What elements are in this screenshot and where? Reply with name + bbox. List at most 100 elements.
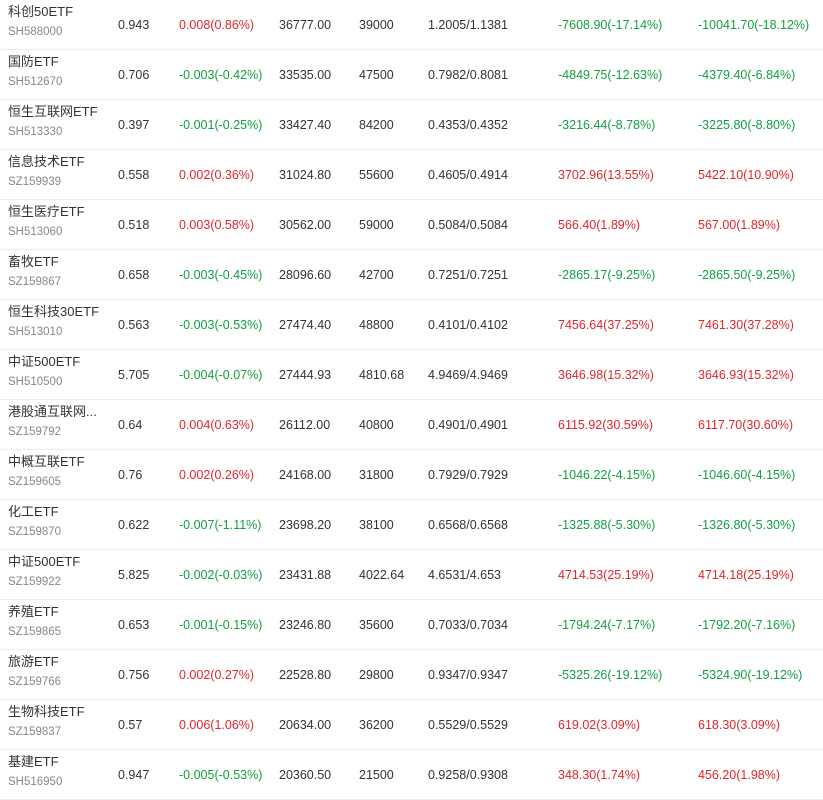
fund-code: SZ159939 <box>8 176 62 188</box>
table-row[interactable]: 恒生科技30ETF SH513010 0.563 -0.003(-0.53%) … <box>0 300 823 350</box>
volume-cell: 39000 <box>359 18 394 32</box>
fund-name[interactable]: 中概互联ETF <box>8 454 106 470</box>
table-row[interactable]: 畜牧ETF SZ159867 0.658 -0.003(-0.45%) 2809… <box>0 250 823 300</box>
volume-cell: 4810.68 <box>359 368 405 382</box>
fund-code: SZ159766 <box>8 676 62 688</box>
fund-name-cell[interactable]: 恒生互联网ETF SH513330 <box>8 104 108 140</box>
amount-cell: 31024.80 <box>279 168 332 182</box>
amount-cell: 23698.20 <box>279 518 332 532</box>
fund-name-cell[interactable]: 国防ETF SH512670 <box>8 54 108 90</box>
amount-cell: 24168.00 <box>279 468 332 482</box>
table-row[interactable]: 养殖ETF SZ159865 0.653 -0.001(-0.15%) 2324… <box>0 600 823 650</box>
change-cell: -0.001(-0.25%) <box>179 118 263 132</box>
fund-code: SH513060 <box>8 226 63 238</box>
fund-code: SH513010 <box>8 326 63 338</box>
fund-name[interactable]: 信息技术ETF <box>8 154 106 170</box>
fund-code: SZ159837 <box>8 726 62 738</box>
fund-name-cell[interactable]: 港股通互联网... SZ159792 <box>8 404 108 440</box>
fund-name[interactable]: 国防ETF <box>8 54 106 70</box>
total-profit-loss-cell: -1792.20(-7.16%) <box>698 618 796 632</box>
amount-cell: 27444.93 <box>279 368 332 382</box>
amount-cell: 27474.40 <box>279 318 332 332</box>
table-row[interactable]: 中概互联ETF SZ159605 0.76 0.002(0.26%) 24168… <box>0 450 823 500</box>
fund-code: SH510500 <box>8 376 63 388</box>
fund-name-cell[interactable]: 基建ETF SH516950 <box>8 754 108 790</box>
fund-name[interactable]: 港股通互联网... <box>8 404 106 420</box>
fund-name[interactable]: 旅游ETF <box>8 654 106 670</box>
fund-name-cell[interactable]: 恒生医疗ETF SH513060 <box>8 204 108 240</box>
fund-name[interactable]: 恒生互联网ETF <box>8 104 106 120</box>
total-profit-loss-cell: -10041.70(-18.12%) <box>698 18 810 32</box>
volume-cell: 31800 <box>359 468 394 482</box>
fund-name-cell[interactable]: 信息技术ETF SZ159939 <box>8 154 108 190</box>
table-row[interactable]: 国防ETF SH512670 0.706 -0.003(-0.42%) 3353… <box>0 50 823 100</box>
table-row[interactable]: 科创50ETF SH588000 0.943 0.008(0.86%) 3677… <box>0 0 823 50</box>
table-row[interactable]: 中证500ETF SZ159922 5.825 -0.002(-0.03%) 2… <box>0 550 823 600</box>
table-row[interactable]: 旅游ETF SZ159766 0.756 0.002(0.27%) 22528.… <box>0 650 823 700</box>
profit-loss-cell: -1046.22(-4.15%) <box>558 468 656 482</box>
fund-name-cell[interactable]: 养殖ETF SZ159865 <box>8 604 108 640</box>
profit-loss-cell: -4849.75(-12.63%) <box>558 68 663 82</box>
total-profit-loss-cell: 5422.10(10.90%) <box>698 168 794 182</box>
fund-name-cell[interactable]: 科创50ETF SH588000 <box>8 4 108 40</box>
table-row[interactable]: 生物科技ETF SZ159837 0.57 0.006(1.06%) 20634… <box>0 700 823 750</box>
fund-name[interactable]: 化工ETF <box>8 504 106 520</box>
fund-code: SH588000 <box>8 26 63 38</box>
nav-cell: 0.7251/0.7251 <box>428 268 508 282</box>
fund-name[interactable]: 生物科技ETF <box>8 704 106 720</box>
amount-cell: 33535.00 <box>279 68 332 82</box>
price-cell: 5.705 <box>118 368 150 382</box>
fund-name[interactable]: 中证500ETF <box>8 554 106 570</box>
change-cell: -0.002(-0.03%) <box>179 568 263 582</box>
profit-loss-cell: -7608.90(-17.14%) <box>558 18 663 32</box>
fund-name[interactable]: 中证500ETF <box>8 354 106 370</box>
table-row[interactable]: 基建ETF SH516950 0.947 -0.005(-0.53%) 2036… <box>0 750 823 800</box>
profit-loss-cell: -1325.88(-5.30%) <box>558 518 656 532</box>
profit-loss-cell: 3646.98(15.32%) <box>558 368 654 382</box>
fund-name-cell[interactable]: 恒生科技30ETF SH513010 <box>8 304 108 340</box>
fund-name-cell[interactable]: 中证500ETF SZ159922 <box>8 554 108 590</box>
price-cell: 0.57 <box>118 718 143 732</box>
nav-cell: 4.9469/4.9469 <box>428 368 508 382</box>
profit-loss-cell: 566.40(1.89%) <box>558 218 641 232</box>
price-cell: 0.947 <box>118 768 150 782</box>
price-cell: 0.558 <box>118 168 150 182</box>
table-row[interactable]: 港股通互联网... SZ159792 0.64 0.004(0.63%) 261… <box>0 400 823 450</box>
change-cell: 0.004(0.63%) <box>179 418 255 432</box>
total-profit-loss-cell: -1046.60(-4.15%) <box>698 468 796 482</box>
change-cell: 0.002(0.36%) <box>179 168 255 182</box>
nav-cell: 0.6568/0.6568 <box>428 518 508 532</box>
price-cell: 0.756 <box>118 668 150 682</box>
profit-loss-cell: 348.30(1.74%) <box>558 768 641 782</box>
volume-cell: 36200 <box>359 718 394 732</box>
total-profit-loss-cell: 3646.93(15.32%) <box>698 368 794 382</box>
fund-name-cell[interactable]: 中概互联ETF SZ159605 <box>8 454 108 490</box>
fund-name-cell[interactable]: 畜牧ETF SZ159867 <box>8 254 108 290</box>
fund-name-cell[interactable]: 化工ETF SZ159870 <box>8 504 108 540</box>
fund-name[interactable]: 畜牧ETF <box>8 254 106 270</box>
change-cell: 0.003(0.58%) <box>179 218 255 232</box>
fund-code: SH513330 <box>8 126 63 138</box>
fund-name[interactable]: 养殖ETF <box>8 604 106 620</box>
table-row[interactable]: 信息技术ETF SZ159939 0.558 0.002(0.36%) 3102… <box>0 150 823 200</box>
fund-name-cell[interactable]: 中证500ETF SH510500 <box>8 354 108 390</box>
fund-name[interactable]: 恒生医疗ETF <box>8 204 106 220</box>
amount-cell: 20634.00 <box>279 718 332 732</box>
fund-code: SH516950 <box>8 776 63 788</box>
fund-name-cell[interactable]: 旅游ETF SZ159766 <box>8 654 108 690</box>
table-row[interactable]: 恒生医疗ETF SH513060 0.518 0.003(0.58%) 3056… <box>0 200 823 250</box>
table-row[interactable]: 中证500ETF SH510500 5.705 -0.004(-0.07%) 2… <box>0 350 823 400</box>
fund-name[interactable]: 基建ETF <box>8 754 106 770</box>
volume-cell: 84200 <box>359 118 394 132</box>
table-row[interactable]: 化工ETF SZ159870 0.622 -0.007(-1.11%) 2369… <box>0 500 823 550</box>
total-profit-loss-cell: 618.30(3.09%) <box>698 718 781 732</box>
table-row[interactable]: 恒生互联网ETF SH513330 0.397 -0.001(-0.25%) 3… <box>0 100 823 150</box>
fund-name[interactable]: 科创50ETF <box>8 4 106 20</box>
fund-name-cell[interactable]: 生物科技ETF SZ159837 <box>8 704 108 740</box>
total-profit-loss-cell: 456.20(1.98%) <box>698 768 781 782</box>
fund-name[interactable]: 恒生科技30ETF <box>8 304 106 320</box>
nav-cell: 0.7033/0.7034 <box>428 618 508 632</box>
change-cell: -0.001(-0.15%) <box>179 618 263 632</box>
amount-cell: 28096.60 <box>279 268 332 282</box>
nav-cell: 0.9347/0.9347 <box>428 668 508 682</box>
